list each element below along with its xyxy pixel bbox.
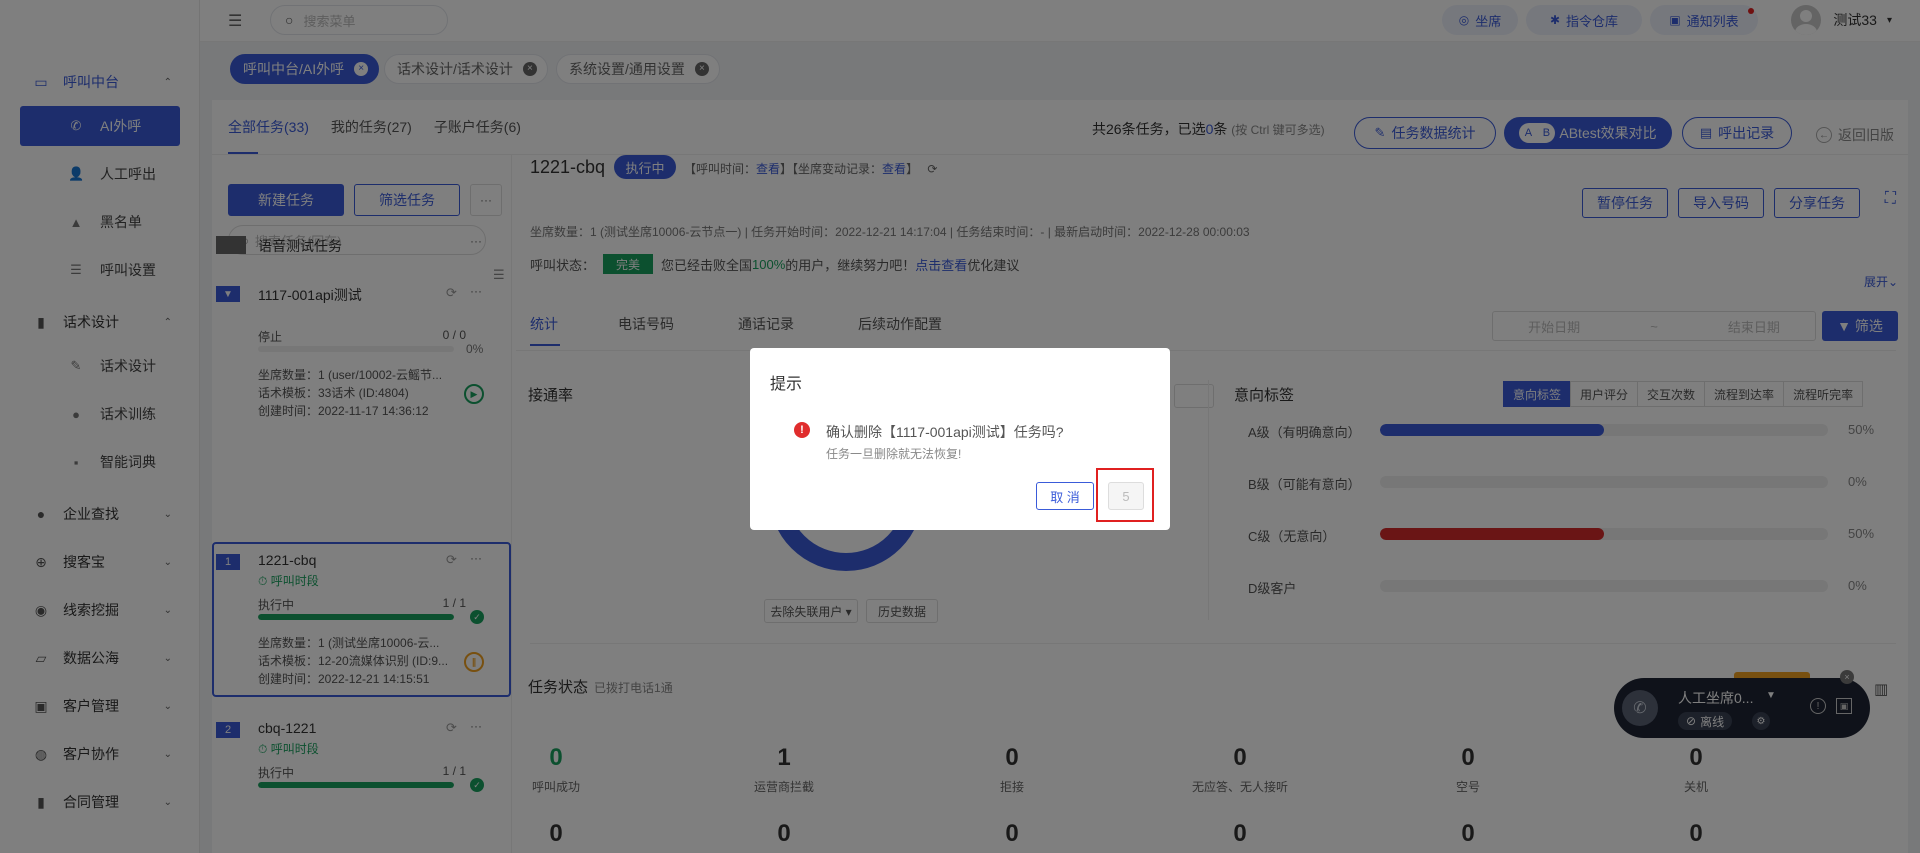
dialog-sub-message: 任务一旦删除就无法恢复! (826, 447, 962, 461)
warning-icon: ! (794, 422, 810, 438)
cancel-button[interactable]: 取 消 (1036, 482, 1094, 510)
dialog-message: 确认删除【1117-001api测试】任务吗? (826, 424, 1064, 440)
highlight-box (1096, 468, 1154, 522)
confirm-dialog: 提示 ! 确认删除【1117-001api测试】任务吗? 任务一旦删除就无法恢复… (750, 348, 1170, 530)
dialog-title: 提示 (770, 376, 803, 393)
